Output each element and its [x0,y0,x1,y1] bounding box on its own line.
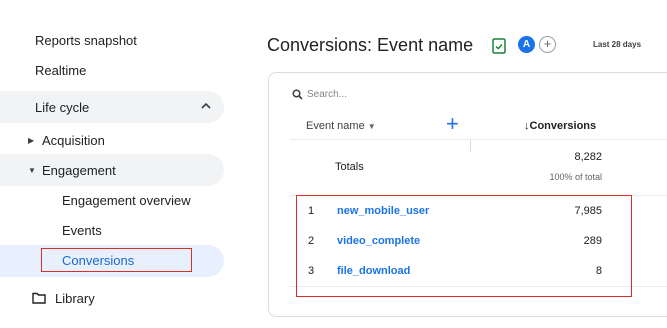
page-title: Conversions: Event name [267,35,474,55]
sidebar-item-library[interactable]: Library [32,283,95,313]
sidebar-item-events[interactable]: Events [62,215,102,245]
caret-down-icon: ▼ [28,165,36,175]
sidebar-item-reports-snapshot[interactable]: Reports snapshot [35,25,137,55]
report-header: Conversions: Event name A + Last 28 days [240,0,667,72]
sidebar-item-label: Events [62,222,102,238]
sidebar-section-life-cycle[interactable] [0,91,224,123]
sidebar-item-engagement[interactable]: ▼ Engagement [28,155,116,185]
rows-highlight-box [296,195,632,297]
sidebar-item-label: Realtime [35,62,87,78]
sidebar-item-engagement-overview[interactable]: Engagement overview [62,185,191,215]
comparison-avatar[interactable]: A [518,36,535,53]
date-range-label[interactable]: Last 28 days [593,40,641,49]
header-divider [290,139,667,140]
sidebar-item-label: Reports snapshot [35,32,137,48]
column-separator [470,140,471,152]
add-comparison-button[interactable]: + [539,36,556,53]
sidebar-item-label: Engagement overview [62,192,191,208]
chevron-up-icon[interactable] [200,100,212,112]
life-cycle-label: Life cycle [35,99,90,115]
sidebar-item-label: Library [55,290,95,306]
folder-icon [32,292,46,304]
sidebar-item-label: Engagement [42,162,116,178]
totals-percent: 100% of total [549,172,602,182]
sidebar-item-realtime[interactable]: Realtime [35,55,86,85]
search-input[interactable] [307,85,457,103]
sidebar-item-label: Acquisition [42,132,105,148]
caret-down-icon: ▼ [367,122,376,131]
column-header-conversions[interactable]: ↓Conversions [524,120,596,132]
column-header-event-name[interactable]: Event name ▼ [306,120,376,132]
add-dimension-button[interactable]: + [446,113,459,135]
sidebar-section-label: Life cycle [35,92,89,122]
search-icon [292,89,303,100]
caret-right-icon: ▶ [28,135,35,145]
sidebar: Reports snapshot Realtime Life cycle ▶ A… [0,0,240,328]
sidebar-item-acquisition[interactable]: ▶ Acquisition [28,125,105,155]
conversions-highlight-box [41,248,192,272]
totals-label: Totals [335,161,364,173]
column-header-label: Event name [306,120,365,132]
report-status-icon[interactable] [491,38,507,54]
totals-value: 8,282 [574,151,602,163]
